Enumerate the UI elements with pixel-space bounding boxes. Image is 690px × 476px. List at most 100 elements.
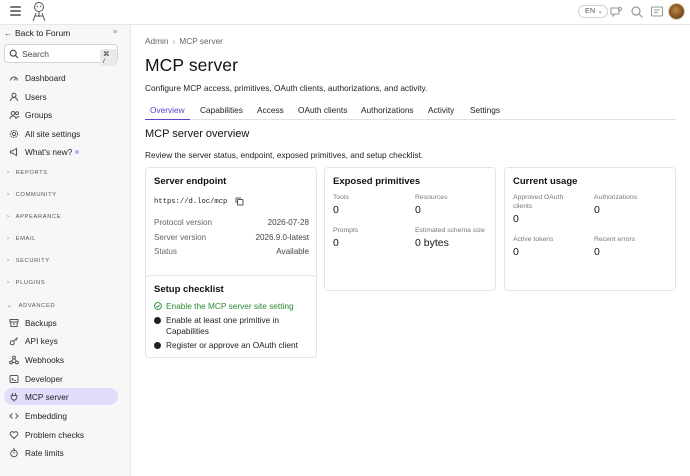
status-value: Available: [276, 247, 309, 256]
search-icon: [9, 49, 19, 59]
back-to-forum-link[interactable]: ← Back to Forum: [4, 28, 70, 38]
sidebar-item-groups[interactable]: Groups: [4, 106, 118, 123]
metric-label: Estimated schema size: [415, 227, 485, 234]
sidebar-section-email[interactable]: › EMAIL: [7, 236, 36, 242]
chevron-down-icon: ⌄: [7, 303, 13, 309]
section-label: COMMUNITY: [15, 192, 57, 198]
tab-capabilities[interactable]: Capabilities: [200, 105, 243, 120]
metric-value: 0: [594, 204, 600, 216]
metric-value: 0 bytes: [415, 237, 449, 249]
sidebar-item-developer[interactable]: Developer: [4, 370, 118, 387]
sidebar-item-whats-new[interactable]: What's new?: [4, 143, 118, 160]
sidebar-search[interactable]: Search ⌘ /: [4, 44, 118, 66]
endpoint-url: https://d.loc/mcp: [154, 198, 228, 206]
checklist-item[interactable]: Enable at least one primitive in Capabil…: [154, 315, 304, 336]
sidebar-section-advanced[interactable]: ⌄ ADVANCED: [7, 302, 56, 310]
users-icon: [7, 110, 21, 120]
sidebar-item-dashboard[interactable]: Dashboard: [4, 69, 118, 86]
hamburger-menu-icon[interactable]: [10, 6, 21, 16]
terminal-icon: [7, 374, 21, 384]
section-title: MCP server overview: [145, 128, 250, 140]
sidebar-item-problem-checks[interactable]: Problem checks: [4, 426, 118, 443]
search-shortcut: ⌘ /: [100, 49, 117, 66]
tab-access[interactable]: Access: [257, 105, 284, 120]
sidebar-item-backups[interactable]: Backups: [4, 314, 118, 331]
language-selector[interactable]: EN ⌄: [578, 5, 608, 18]
metric-value: 0: [594, 246, 600, 258]
sidebar-item-label: Rate limits: [25, 447, 64, 458]
tab-authorizations[interactable]: Authorizations: [361, 105, 414, 120]
search-icon[interactable]: [630, 5, 644, 19]
sidebar-item-label: Dashboard: [25, 72, 66, 83]
sidebar-section-plugins[interactable]: › PLUGINS: [7, 280, 45, 286]
key-icon: [7, 336, 21, 346]
sidebar-item-webhooks[interactable]: Webhooks: [4, 351, 118, 368]
chat-icon[interactable]: [609, 5, 623, 19]
checklist-item[interactable]: Register or approve an OAuth client: [154, 340, 298, 351]
exposed-primitives-card: Exposed primitives Tools 0 Resources 0 P…: [324, 167, 496, 291]
sidebar-item-label: Developer: [25, 373, 63, 384]
protocol-version-label: Protocol version: [154, 218, 213, 227]
metric-label: Prompts: [333, 227, 359, 234]
sidebar-section-reports[interactable]: › REPORTS: [7, 170, 48, 176]
checklist-item[interactable]: Enable the MCP server site setting: [154, 301, 294, 312]
code-icon: [7, 411, 21, 421]
sidebar-item-rate-limits[interactable]: Rate limits: [4, 444, 118, 461]
sidebar-item-label: Groups: [25, 109, 53, 120]
sidebar-item-label: All site settings: [25, 128, 81, 139]
section-label: PLUGINS: [15, 280, 46, 286]
metric-value: 0: [333, 237, 339, 249]
sidebar-item-api-keys[interactable]: API keys: [4, 332, 118, 349]
sidebar-item-label: Problem checks: [25, 429, 85, 440]
site-logo[interactable]: [30, 1, 48, 28]
metric-value: 0: [513, 246, 519, 258]
sidebar-item-mcp-server[interactable]: MCP server: [4, 388, 118, 405]
card-title: Setup checklist: [154, 284, 224, 295]
messages-icon[interactable]: [650, 5, 664, 19]
section-description: Review the server status, endpoint, expo…: [145, 150, 424, 160]
sidebar-section-appearance[interactable]: › APPEARANCE: [7, 214, 61, 220]
collapse-sidebar-icon[interactable]: ≡: [113, 29, 117, 36]
sidebar-item-all-site-settings[interactable]: All site settings: [4, 125, 118, 142]
tab-activity[interactable]: Activity: [428, 105, 454, 120]
section-label: APPEARANCE: [15, 214, 62, 220]
breadcrumb: Admin › MCP server: [145, 36, 223, 46]
gauge-icon: [7, 73, 21, 83]
protocol-version-value: 2026-07-28: [267, 218, 309, 227]
tab-settings[interactable]: Settings: [470, 105, 500, 120]
check-circle-icon: [154, 302, 162, 310]
sidebar-item-label: Users: [25, 91, 47, 102]
checklist-item-label: Enable the MCP server site setting: [166, 301, 294, 311]
server-endpoint-card: Server endpoint https://d.loc/mcp Protoc…: [145, 167, 317, 291]
breadcrumb-admin-link[interactable]: Admin: [145, 36, 169, 46]
chevron-right-icon: ›: [7, 192, 10, 198]
sidebar-item-embedding[interactable]: Embedding: [4, 407, 118, 424]
metric-value: 0: [333, 204, 339, 216]
sidebar-item-label: Embedding: [25, 410, 67, 421]
sidebar-item-label: Backups: [25, 317, 57, 328]
card-title: Current usage: [513, 176, 578, 187]
user-icon: [7, 92, 21, 102]
chevron-right-icon: ›: [7, 170, 10, 176]
new-indicator-dot: [75, 149, 80, 154]
section-label: REPORTS: [15, 170, 48, 176]
plug-icon: [7, 392, 21, 402]
sidebar-section-community[interactable]: › COMMUNITY: [7, 192, 57, 198]
metric-label: Approved OAuth clients: [513, 194, 564, 210]
chevron-right-icon: ›: [7, 280, 10, 286]
current-usage-card: Current usage Approved OAuth clients 0 A…: [504, 167, 676, 291]
tab-overview[interactable]: Overview: [145, 105, 190, 120]
sidebar-item-users[interactable]: Users: [4, 88, 118, 105]
archive-icon: [7, 318, 21, 328]
user-avatar[interactable]: [668, 3, 685, 20]
tab-oauth-clients[interactable]: OAuth clients: [298, 105, 347, 120]
card-title: Server endpoint: [154, 176, 227, 187]
page-subtitle: Configure MCP access, primitives, OAuth …: [145, 83, 428, 93]
search-placeholder: Search: [22, 49, 49, 59]
copy-icon[interactable]: [235, 197, 244, 206]
section-label: ADVANCED: [18, 302, 56, 309]
status-label: Status: [154, 247, 177, 256]
chevron-right-icon: ›: [7, 258, 10, 264]
chevron-right-icon: ›: [7, 214, 10, 220]
sidebar-section-security[interactable]: › SECURITY: [7, 258, 50, 264]
